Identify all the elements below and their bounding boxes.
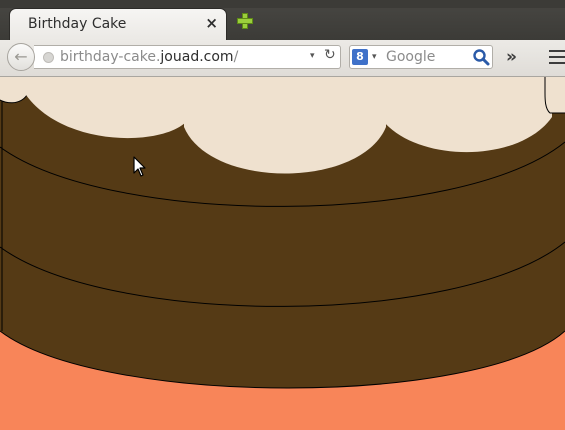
url-domain: jouad.com <box>160 49 234 65</box>
frosting-scallop-1 <box>0 77 28 104</box>
url-subdomain: birthday-cake. <box>60 49 161 65</box>
toolbar-overflow-icon[interactable]: » <box>506 47 517 67</box>
back-button[interactable]: ← <box>7 43 35 71</box>
menu-icon[interactable] <box>549 50 565 66</box>
search-bar[interactable]: 8 ▾ Google <box>349 45 493 69</box>
search-engine-icon[interactable]: 8 <box>352 49 368 65</box>
url-history-dropdown-icon[interactable]: ▾ <box>310 51 315 61</box>
search-engine-dropdown-icon[interactable]: ▾ <box>372 52 377 62</box>
tab-strip: Birthday Cake × <box>0 0 565 40</box>
frosting-scallop-5 <box>544 77 565 114</box>
cake-drawing <box>0 77 565 389</box>
url-bar[interactable]: birthday-cake.jouad.com/ ▾ ↻ <box>34 45 341 69</box>
mouse-cursor-icon <box>133 156 146 177</box>
new-tab-icon[interactable] <box>237 13 253 29</box>
navigation-toolbar: birthday-cake.jouad.com/ ▾ ↻ ← 8 ▾ Googl… <box>0 40 565 77</box>
tab-birthday-cake[interactable]: Birthday Cake × <box>9 8 227 40</box>
site-identity-icon[interactable] <box>43 52 54 63</box>
tab-close-icon[interactable]: × <box>205 14 218 32</box>
url-path: / <box>233 49 239 65</box>
search-input[interactable]: Google <box>386 49 435 65</box>
url-text[interactable]: birthday-cake.jouad.com/ <box>60 49 238 65</box>
title-bar <box>0 0 565 8</box>
reload-icon[interactable]: ↻ <box>324 47 336 63</box>
page-viewport <box>0 77 565 430</box>
tab-title: Birthday Cake <box>28 16 127 32</box>
search-magnifier-icon[interactable] <box>472 48 490 66</box>
